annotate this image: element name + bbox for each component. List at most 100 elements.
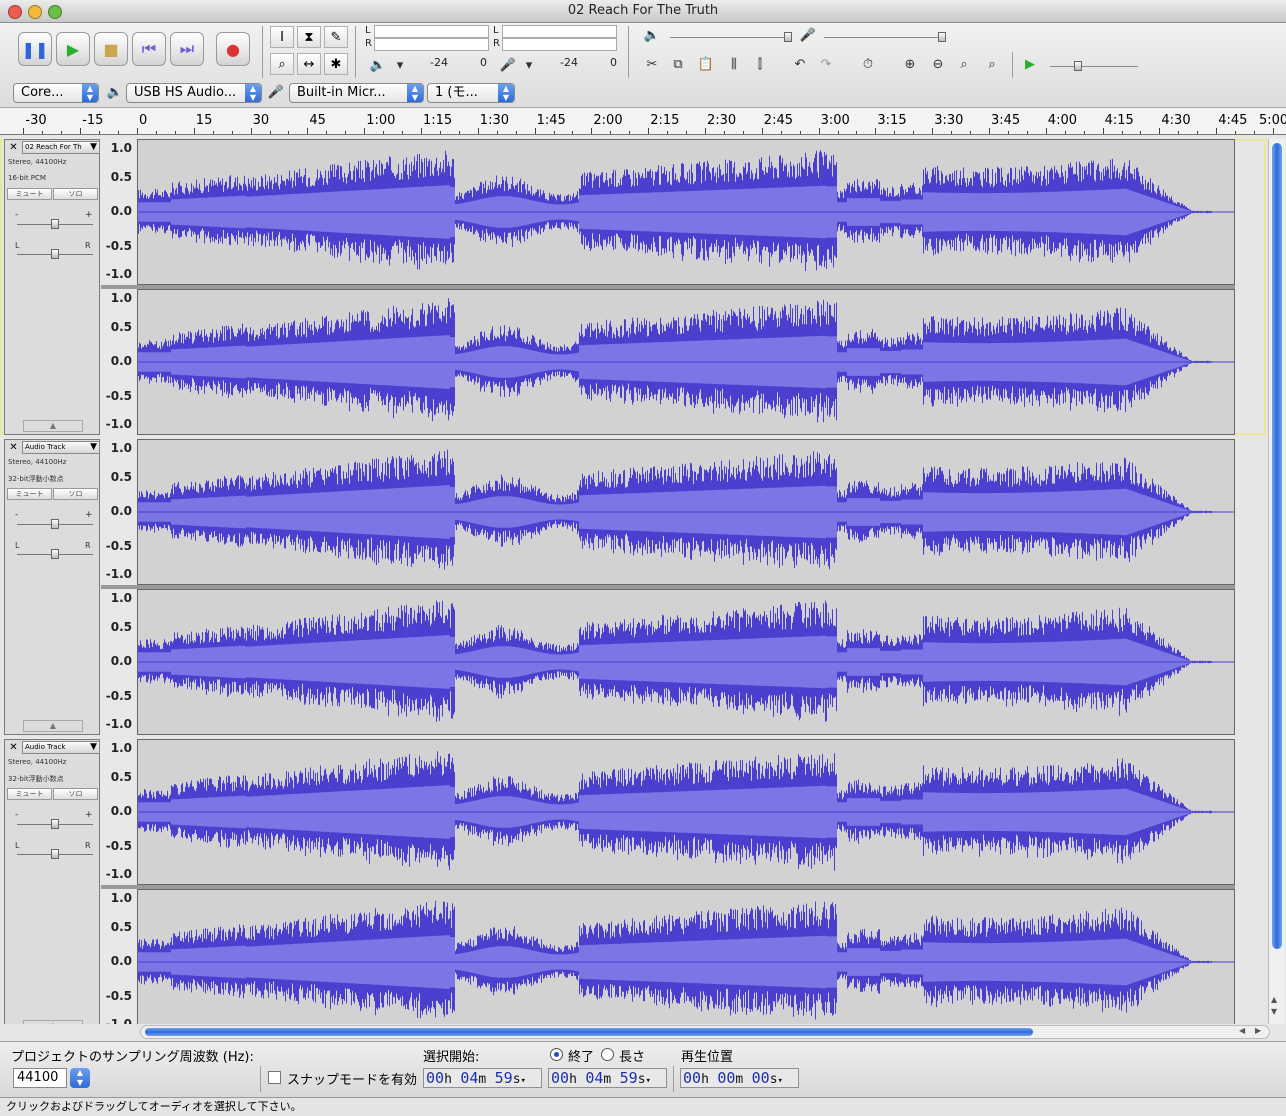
scroll-left-arrow-icon[interactable]: ◀ bbox=[1239, 1026, 1245, 1035]
zoom-in-button[interactable]: ⊕ bbox=[898, 53, 922, 75]
end-radio[interactable] bbox=[550, 1048, 563, 1061]
waveform-channel[interactable] bbox=[137, 889, 1235, 1024]
record-meter-menu-arrow[interactable]: ▾ bbox=[517, 54, 541, 76]
collapse-track-button[interactable]: ▲ bbox=[23, 1020, 83, 1024]
track-control-panel[interactable]: ✕ Audio Track ▼ Stereo, 44100Hz 32-bit浮動小… bbox=[4, 439, 100, 735]
record-button[interactable]: ● bbox=[216, 32, 250, 66]
output-volume-knob[interactable] bbox=[784, 32, 792, 42]
ruler-tick-label: 3:15 bbox=[877, 113, 907, 128]
selection-start-time[interactable]: 00h 04m 59s▾ bbox=[423, 1068, 542, 1088]
waveform-channel[interactable] bbox=[137, 139, 1235, 285]
audio-host-select[interactable]: Core... ▲ ▼ bbox=[13, 83, 99, 103]
playback-meter-menu-arrow[interactable]: ▾ bbox=[388, 54, 412, 76]
multi-tool[interactable]: ✱ bbox=[324, 53, 348, 75]
input-volume-slider[interactable] bbox=[824, 32, 946, 42]
track-close-icon[interactable]: ✕ bbox=[7, 441, 20, 454]
selection-end-time[interactable]: 00h 04m 59s▾ bbox=[548, 1068, 667, 1088]
track-control-panel[interactable]: ✕ 02 Reach For Th ▼ Stereo, 44100Hz 16-bi… bbox=[4, 139, 100, 435]
input-channels-select[interactable]: 1 (モ... ▲ ▼ bbox=[427, 83, 515, 103]
solo-button[interactable]: ソロ bbox=[53, 788, 98, 800]
mute-button[interactable]: ミュート bbox=[7, 788, 52, 800]
gain-slider-knob[interactable] bbox=[51, 519, 59, 529]
skip-to-end-button[interactable]: ⏭ bbox=[170, 32, 204, 66]
pause-button[interactable]: ❚❚ bbox=[18, 32, 52, 66]
waveform-channel[interactable] bbox=[137, 439, 1235, 585]
audio-track[interactable]: ✕ 02 Reach For Th ▼ Stereo, 44100Hz 16-bi… bbox=[0, 139, 1266, 435]
copy-button[interactable]: ⧉ bbox=[666, 53, 690, 75]
output-device-select[interactable]: USB HS Audio... ▲ ▼ bbox=[126, 83, 262, 103]
envelope-tool[interactable]: ⧗ bbox=[297, 26, 321, 48]
scroll-up-arrow-icon[interactable]: ▲ bbox=[1271, 995, 1277, 1004]
undo-button[interactable]: ↶ bbox=[788, 53, 812, 75]
ruler-tick-mark bbox=[80, 128, 82, 134]
track-name-menu[interactable]: Audio Track ▼ bbox=[22, 741, 100, 754]
gain-minus-label: - bbox=[15, 810, 19, 820]
select-arrows-icon: ▲ ▼ bbox=[498, 84, 514, 102]
zoom-tool[interactable]: ⌕ bbox=[270, 53, 294, 75]
snap-checkbox[interactable] bbox=[268, 1071, 281, 1084]
scroll-down-arrow-icon[interactable]: ▼ bbox=[1271, 1007, 1277, 1016]
solo-button[interactable]: ソロ bbox=[53, 488, 98, 500]
input-device-select[interactable]: Built-in Micr... ▲ ▼ bbox=[289, 83, 424, 103]
pan-slider-knob[interactable] bbox=[51, 549, 59, 559]
trim-button[interactable]: ⫼ bbox=[722, 53, 746, 75]
draw-tool[interactable]: ✎ bbox=[324, 26, 348, 48]
output-volume-slider[interactable] bbox=[670, 32, 792, 42]
track-close-icon[interactable]: ✕ bbox=[7, 141, 20, 154]
gain-slider-knob[interactable] bbox=[51, 819, 59, 829]
cut-button[interactable]: ✂ bbox=[640, 53, 664, 75]
track-control-panel[interactable]: ✕ Audio Track ▼ Stereo, 44100Hz 32-bit浮動小… bbox=[4, 739, 100, 1024]
pan-slider[interactable] bbox=[17, 549, 93, 559]
gain-slider[interactable] bbox=[17, 819, 93, 829]
stop-button[interactable]: ■ bbox=[94, 32, 128, 66]
selection-tool[interactable]: I bbox=[270, 26, 294, 48]
track-close-icon[interactable]: ✕ bbox=[7, 741, 20, 754]
horizontal-scroll-thumb[interactable] bbox=[145, 1028, 1033, 1036]
zoom-out-button[interactable]: ⊖ bbox=[926, 53, 950, 75]
silence-button[interactable]: ⫿ bbox=[748, 53, 772, 75]
ruler-tick-label: 30 bbox=[252, 113, 270, 128]
timeshift-tool[interactable]: ↔ bbox=[297, 53, 321, 75]
scroll-right-arrow-icon[interactable]: ▶ bbox=[1255, 1026, 1261, 1035]
gain-slider-knob[interactable] bbox=[51, 219, 59, 229]
play-speed-knob[interactable] bbox=[1074, 61, 1082, 71]
collapse-track-button[interactable]: ▲ bbox=[23, 420, 83, 432]
project-rate-dropdown[interactable]: ▲ ▼ bbox=[70, 1068, 90, 1088]
solo-button[interactable]: ソロ bbox=[53, 188, 98, 200]
input-volume-knob[interactable] bbox=[938, 32, 946, 42]
skip-to-start-button[interactable]: ⏮ bbox=[132, 32, 166, 66]
redo-button[interactable]: ↷ bbox=[814, 53, 838, 75]
waveform-channel[interactable] bbox=[137, 739, 1235, 885]
vertical-scroll-thumb[interactable] bbox=[1272, 143, 1282, 949]
amplitude-label: 0.0 bbox=[110, 354, 132, 368]
track-name-menu[interactable]: Audio Track ▼ bbox=[22, 441, 100, 454]
waveform-channel[interactable] bbox=[137, 589, 1235, 735]
audio-position-time[interactable]: 00h 00m 00s▾ bbox=[680, 1068, 799, 1088]
pan-slider[interactable] bbox=[17, 249, 93, 259]
play-button[interactable]: ▶ bbox=[56, 32, 90, 66]
sync-lock-button[interactable]: ⏱ bbox=[856, 53, 880, 75]
collapse-track-button[interactable]: ▲ bbox=[23, 720, 83, 732]
ruler-tick-mark bbox=[193, 128, 195, 134]
fit-selection-button[interactable]: ⌕ bbox=[952, 53, 976, 75]
track-name-menu[interactable]: 02 Reach For Th ▼ bbox=[22, 141, 100, 154]
vertical-scrollbar[interactable]: ▲ ▼ bbox=[1268, 139, 1285, 1024]
fit-project-button[interactable]: ⌕ bbox=[980, 53, 1004, 75]
waveform-channel[interactable] bbox=[137, 289, 1235, 435]
horizontal-scrollbar[interactable]: ◀ ▶ bbox=[140, 1025, 1270, 1039]
length-radio[interactable] bbox=[601, 1048, 614, 1061]
gain-slider[interactable] bbox=[17, 519, 93, 529]
pan-slider-knob[interactable] bbox=[51, 249, 59, 259]
pan-slider-knob[interactable] bbox=[51, 849, 59, 859]
project-rate-input[interactable]: 44100 bbox=[13, 1068, 67, 1088]
mute-button[interactable]: ミュート bbox=[7, 188, 52, 200]
audio-track[interactable]: ✕ Audio Track ▼ Stereo, 44100Hz 32-bit浮動小… bbox=[0, 739, 1266, 1024]
paste-button[interactable]: 📋 bbox=[694, 53, 718, 75]
mute-button[interactable]: ミュート bbox=[7, 488, 52, 500]
pan-slider[interactable] bbox=[17, 849, 93, 859]
play-at-speed-button[interactable]: ▶ bbox=[1018, 53, 1042, 75]
gain-slider[interactable] bbox=[17, 219, 93, 229]
play-speed-slider[interactable] bbox=[1050, 61, 1138, 71]
audio-track[interactable]: ✕ Audio Track ▼ Stereo, 44100Hz 32-bit浮動小… bbox=[0, 439, 1266, 735]
toolbar-separator bbox=[628, 26, 629, 78]
